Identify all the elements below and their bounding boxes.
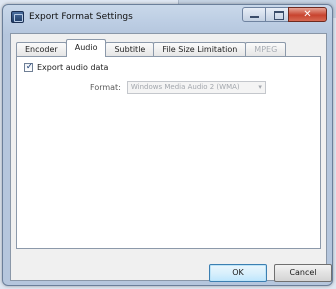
chevron-down-icon: ▾ [258,83,262,91]
close-button[interactable]: ✕ [288,7,327,22]
checkmark-icon: ✓ [25,62,34,72]
audio-tab-panel: ✓ Export audio data Format: Windows Medi… [16,56,321,249]
dialog-client-area: Encoder Audio Subtitle File Size Limitat… [10,33,332,282]
format-row: Format: Windows Media Audio 2 (WMA) ▾ [90,81,266,94]
tab-mpeg: MPEG [245,42,287,57]
ok-button[interactable]: OK [209,264,267,282]
app-icon [11,11,24,23]
export-audio-checkbox[interactable]: ✓ [24,62,34,72]
dialog-window: Export Format Settings ✕ Encoder Audio S… [2,4,333,286]
close-icon: ✕ [303,9,312,20]
tab-file-size-limitation[interactable]: File Size Limitation [153,42,247,57]
minimize-icon [250,16,259,18]
window-title: Export Format Settings [29,12,133,22]
caption-buttons: ✕ [242,7,327,22]
format-label: Format: [90,83,121,92]
format-value: Windows Media Audio 2 (WMA) [130,83,240,91]
cancel-button[interactable]: Cancel [274,264,332,282]
tab-subtitle[interactable]: Subtitle [105,42,155,57]
maximize-button[interactable] [265,7,289,22]
tab-strip: Encoder Audio Subtitle File Size Limitat… [16,39,287,57]
format-dropdown: Windows Media Audio 2 (WMA) ▾ [126,81,266,94]
tab-audio[interactable]: Audio [65,39,107,57]
tab-encoder[interactable]: Encoder [16,42,67,57]
minimize-button[interactable] [242,7,266,22]
export-audio-option[interactable]: ✓ Export audio data [24,62,108,72]
export-audio-label[interactable]: Export audio data [37,63,108,72]
title-bar[interactable]: Export Format Settings ✕ [3,5,332,29]
maximize-icon [274,11,284,20]
